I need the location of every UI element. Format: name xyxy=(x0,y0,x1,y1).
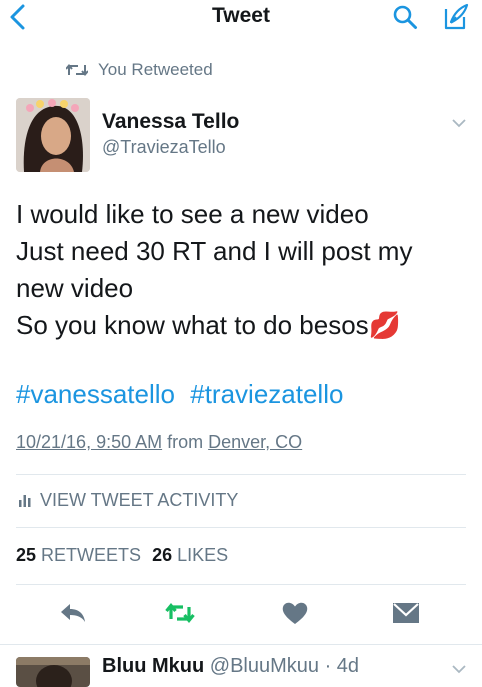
hashtag-link[interactable]: #vanessatello xyxy=(16,379,175,409)
tweet-text-line: Just need 30 RT and I will post my xyxy=(16,236,413,266)
reply-icon[interactable] xyxy=(58,600,88,626)
hashtags: #vanessatello #traviezatello xyxy=(16,379,351,410)
bar-chart-icon xyxy=(19,495,31,507)
retweet-action-icon[interactable] xyxy=(165,600,195,626)
author-handle[interactable]: @TraviezaTello xyxy=(102,137,226,158)
retweets-count[interactable]: 25 xyxy=(16,545,36,565)
view-tweet-activity-label: VIEW TWEET ACTIVITY xyxy=(40,489,239,510)
view-tweet-activity-button[interactable]: VIEW TWEET ACTIVITY xyxy=(18,488,238,512)
likes-label[interactable]: LIKES xyxy=(177,545,228,565)
timestamp-link[interactable]: 10/21/16, 9:50 AM xyxy=(16,432,162,452)
avatar[interactable] xyxy=(16,98,90,172)
retweets-label[interactable]: RETWEETS xyxy=(41,545,141,565)
like-heart-icon[interactable] xyxy=(280,600,310,626)
tweet-meta: 10/21/16, 9:50 AM from Denver, CO xyxy=(16,432,302,453)
reply-profile-photo-image xyxy=(16,657,90,687)
divider xyxy=(16,474,466,475)
reply-header: Bluu Mkuu @BluuMkuu · 4d xyxy=(102,655,359,678)
reply-author-handle[interactable]: @BluuMkuu xyxy=(210,655,319,677)
tweet-text-line: I would like to see a new video xyxy=(16,199,369,229)
divider xyxy=(16,584,466,585)
chevron-down-icon[interactable] xyxy=(452,118,466,128)
likes-count[interactable]: 26 xyxy=(152,545,172,565)
navigation-bar: Tweet xyxy=(0,0,482,36)
direct-message-icon[interactable] xyxy=(391,600,421,626)
retweet-context-label: You Retweeted xyxy=(98,60,213,79)
tweet-stats: 25 RETWEETS 26 LIKES xyxy=(16,545,228,566)
divider xyxy=(0,644,482,645)
divider xyxy=(16,527,466,528)
search-icon[interactable] xyxy=(392,4,418,30)
reply-author-name[interactable]: Bluu Mkuu xyxy=(102,655,204,677)
compose-tweet-icon[interactable] xyxy=(442,3,470,31)
retweet-context: You Retweeted xyxy=(66,58,213,82)
author-name[interactable]: Vanessa Tello xyxy=(102,110,239,134)
from-label: from xyxy=(167,432,204,452)
tweet-text: I would like to see a new video Just nee… xyxy=(16,196,468,344)
tweet-text-line: So you know what to do besos💋 xyxy=(16,310,402,340)
chevron-down-icon[interactable] xyxy=(452,664,466,674)
hashtag-link[interactable]: #traviezatello xyxy=(190,379,343,409)
retweet-icon xyxy=(66,63,88,77)
reply-avatar[interactable] xyxy=(16,657,90,687)
tweet-text-line: new video xyxy=(16,273,134,303)
profile-photo-image xyxy=(16,98,90,172)
reply-age: · 4d xyxy=(324,655,360,677)
location-link[interactable]: Denver, CO xyxy=(208,432,302,452)
